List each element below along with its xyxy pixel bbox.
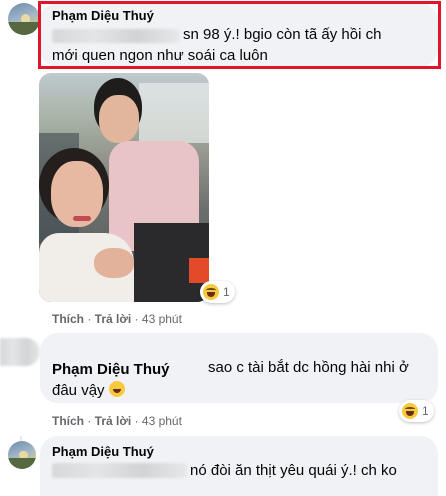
reply-link[interactable]: Trả lời xyxy=(95,414,132,428)
comment-time[interactable]: 43 phút xyxy=(142,312,182,326)
like-link[interactable]: Thích xyxy=(52,414,84,428)
highlight-box xyxy=(38,1,441,69)
blurred-text xyxy=(52,463,187,478)
reaction-badge[interactable]: 1 xyxy=(200,281,235,303)
laugh-emoji-icon xyxy=(108,381,125,397)
comment-photo[interactable] xyxy=(39,73,209,302)
reaction-badge[interactable]: 1 xyxy=(399,400,434,422)
comment-author[interactable]: Phạm Diệu Thuý xyxy=(52,444,154,459)
haha-icon xyxy=(203,284,219,300)
reaction-count: 1 xyxy=(422,404,429,418)
comment-text-line: đâu vậy xyxy=(52,381,125,399)
comment-author[interactable]: Phạm Diệu Thuý xyxy=(52,361,170,378)
like-link[interactable]: Thích xyxy=(52,312,84,326)
avatar[interactable] xyxy=(8,441,36,469)
comment-text-line: sao c tài bắt dc hồng hài nhi ở xyxy=(208,359,409,376)
reply-link[interactable]: Trả lời xyxy=(95,312,132,326)
comment-text-line: nó đòi ăn thịt yêu quái ý.! ch ko xyxy=(190,462,397,479)
comment-time[interactable]: 43 phút xyxy=(142,414,182,428)
avatar[interactable] xyxy=(8,3,40,35)
comment-actions: Thích · Trả lời · 43 phút xyxy=(52,414,182,428)
haha-icon xyxy=(402,403,418,419)
comment-text-fragment: đâu vậy xyxy=(52,382,105,399)
blurred-avatar xyxy=(0,338,40,366)
comment-actions: Thích · Trả lời · 43 phút xyxy=(52,312,182,326)
reaction-count: 1 xyxy=(223,285,230,299)
